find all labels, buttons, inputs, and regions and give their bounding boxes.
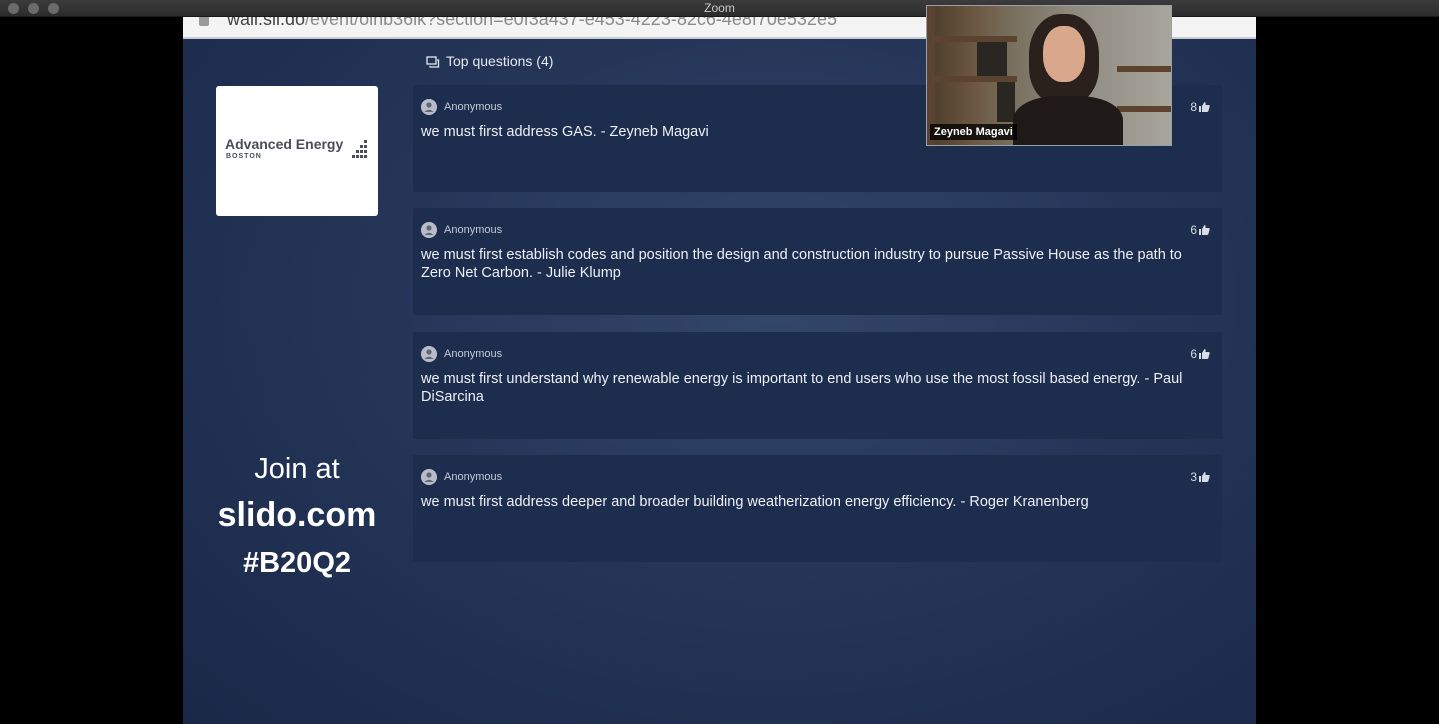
tab-label: Top questions (4) [446,53,554,69]
question-card: Anonymous 6 we must first establish code… [413,208,1222,315]
thumbs-up-icon [1199,102,1210,112]
logo-name: Advanced Energy [225,136,344,152]
question-author: Anonymous [444,224,503,236]
vote-count: 3 [1190,470,1197,484]
window-title: Zoom [704,1,735,15]
vote-count: 8 [1190,100,1197,114]
logo-subtitle: BOSTON [226,153,262,160]
participant-name: Zeyneb Magavi [930,124,1017,140]
participant-video[interactable]: Zeyneb Magavi [926,5,1172,146]
user-avatar-icon [421,469,437,485]
vote-button[interactable]: 8 [1190,100,1210,114]
thumbs-up-icon [1199,472,1210,482]
vote-button[interactable]: 6 [1190,347,1210,361]
books [977,42,1007,76]
join-site: slido.com [217,496,377,534]
books [997,82,1015,122]
question-author: Anonymous [444,471,503,483]
vote-count: 6 [1190,347,1197,361]
question-author: Anonymous [444,348,503,360]
event-logo: Advanced Energy BOSTON [216,86,378,216]
url-host: wall.sli.do [227,17,306,29]
participant-body [1013,96,1123,145]
bookshelf-shelf [1117,66,1171,72]
zoom-title-bar: Zoom [0,0,1439,17]
vote-count: 6 [1190,223,1197,237]
thumbs-up-icon [1199,225,1210,235]
user-avatar-icon [421,222,437,238]
url-path: /event/olnb36ik?section=e0f3a437-e453-42… [305,17,837,29]
question-text: we must first understand why renewable e… [421,371,1183,405]
question-author: Anonymous [444,101,503,113]
participant-face [1043,26,1085,82]
url-text[interactable]: wall.sli.do/event/olnb36ik?section=e0f3a… [227,17,837,30]
site-info-icon[interactable] [199,17,209,26]
user-avatar-icon [421,99,437,115]
logo-mark-icon [352,140,367,158]
question-text: we must first address deeper and broader… [421,494,1089,510]
vote-button[interactable]: 6 [1190,223,1210,237]
tab-top-questions[interactable]: Top questions (4) [426,53,553,69]
thumbs-up-icon [1199,349,1210,359]
speech-bubbles-icon [426,56,440,68]
vote-button[interactable]: 3 [1190,470,1210,484]
question-card: Anonymous 3 we must first address deeper… [413,455,1222,562]
join-label: Join at [254,453,340,485]
user-avatar-icon [421,346,437,362]
bookshelf-shelf [1117,106,1171,112]
join-event-code: #B20Q2 [242,547,351,579]
question-card: Anonymous 6 we must first understand why… [413,332,1222,439]
question-text: we must first establish codes and positi… [421,247,1182,281]
